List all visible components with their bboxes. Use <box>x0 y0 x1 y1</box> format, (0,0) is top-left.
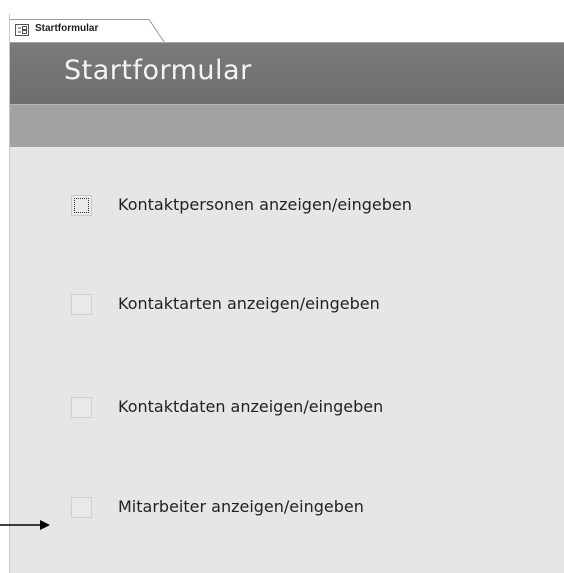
checkbox-kontaktarten[interactable] <box>71 294 92 315</box>
option-kontaktdaten[interactable]: Kontaktdaten anzeigen/eingeben <box>71 395 551 419</box>
option-kontaktarten[interactable]: Kontaktarten anzeigen/eingeben <box>71 292 551 316</box>
form-header: Startformular <box>9 43 564 104</box>
access-window: Startformular Startformular Kontaktperso… <box>0 0 564 573</box>
checkbox-kontaktpersonen[interactable] <box>71 195 92 216</box>
option-label: Kontaktpersonen anzeigen/eingeben <box>118 195 412 214</box>
window-left-border <box>9 14 10 573</box>
option-label: Mitarbeiter anzeigen/eingeben <box>118 497 364 516</box>
option-mitarbeiter[interactable]: Mitarbeiter anzeigen/eingeben <box>71 495 551 519</box>
option-label: Kontaktarten anzeigen/eingeben <box>118 294 380 313</box>
document-tab-startformular[interactable]: Startformular <box>9 19 165 43</box>
checkbox-mitarbeiter[interactable] <box>71 497 92 518</box>
arrow-right-icon <box>0 515 52 539</box>
document-tab-label: Startformular <box>35 23 99 34</box>
option-label: Kontaktdaten anzeigen/eingeben <box>118 397 384 416</box>
form-title: Startformular <box>64 55 252 86</box>
checkbox-kontaktdaten[interactable] <box>71 397 92 418</box>
form-icon <box>15 24 29 36</box>
form-header-band <box>9 104 564 147</box>
option-kontaktpersonen[interactable]: Kontaktpersonen anzeigen/eingeben <box>71 193 551 217</box>
